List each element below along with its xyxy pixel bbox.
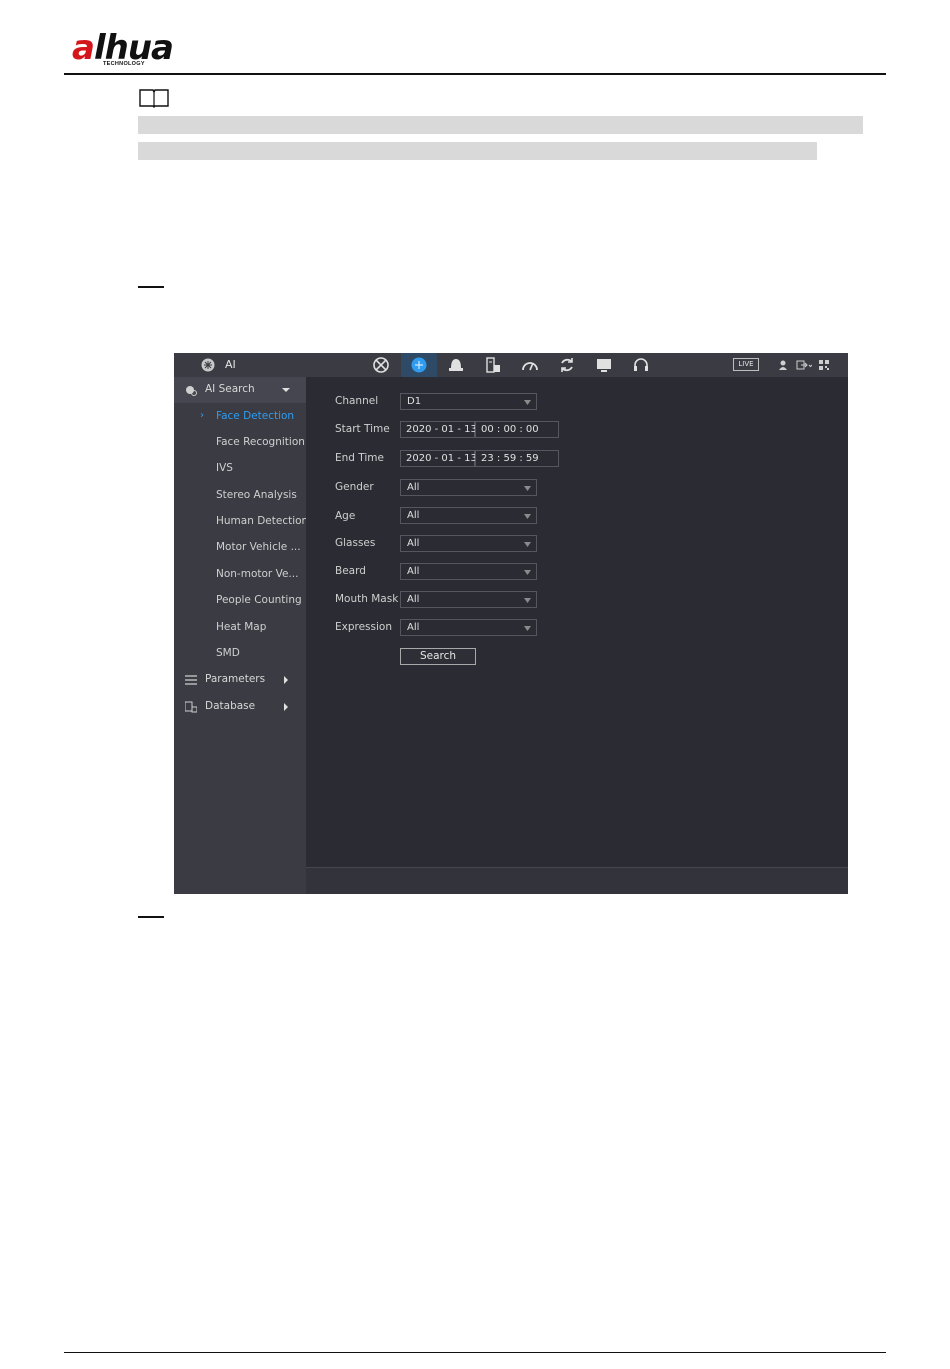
header-rule — [64, 73, 886, 75]
sidebar-item-label: IVS — [216, 462, 233, 474]
dropdown-arrow-icon — [524, 626, 531, 631]
gender-label: Gender — [335, 481, 374, 493]
top-menu-bar: AI LIVE — [174, 353, 848, 377]
age-value: All — [407, 510, 420, 521]
sidebar-item-label: Face Recognition — [216, 436, 305, 448]
dropdown-arrow-icon — [524, 570, 531, 575]
end-time-label: End Time — [335, 452, 384, 464]
logo-subtext: TECHNOLOGY — [103, 61, 145, 67]
performance-icon[interactable] — [521, 356, 539, 374]
sidebar-group-label: Database — [205, 700, 256, 712]
sidebar-group-parameters[interactable]: Parameters — [174, 667, 306, 693]
caret-down-icon — [282, 388, 290, 392]
sidebar-item-label: Stereo Analysis — [216, 489, 297, 501]
sidebar-item-label: Non-motor Ve... — [216, 568, 299, 580]
list-icon — [185, 675, 197, 685]
channel-value: D1 — [407, 396, 422, 407]
sidebar-item-label: Heat Map — [216, 621, 267, 633]
dropdown-arrow-icon — [524, 514, 531, 519]
sidebar-item-smd[interactable]: SMD — [174, 641, 306, 667]
ai-search-icon — [186, 386, 197, 396]
network-icon[interactable] — [372, 356, 390, 374]
sidebar-item-motor-vehicle[interactable]: Motor Vehicle ... — [174, 535, 306, 561]
display-icon[interactable] — [595, 356, 613, 374]
age-select[interactable]: All — [400, 507, 537, 524]
caret-right-icon — [284, 676, 288, 684]
redacted-note-line — [138, 116, 863, 134]
sidebar-item-face-recognition[interactable]: Face Recognition — [174, 430, 306, 456]
beard-select[interactable]: All — [400, 563, 537, 580]
sidebar-item-people-counting[interactable]: People Counting — [174, 588, 306, 614]
caret-right-icon — [284, 703, 288, 711]
sidebar: AI Search › Face Detection Face Recognit… — [174, 377, 309, 894]
sidebar-item-face-detection[interactable]: › Face Detection — [174, 404, 306, 430]
sidebar-item-label: Face Detection — [216, 410, 295, 422]
sidebar-item-stereo-analysis[interactable]: Stereo Analysis — [174, 483, 306, 509]
sidebar-item-ivs[interactable]: IVS — [174, 456, 306, 482]
start-time-value: 00 : 00 : 00 — [481, 424, 539, 435]
expression-value: All — [407, 622, 420, 633]
glasses-select[interactable]: All — [400, 535, 537, 552]
step-marker — [138, 286, 164, 288]
mouth-mask-label: Mouth Mask — [335, 593, 399, 605]
dropdown-arrow-icon — [524, 542, 531, 547]
search-button[interactable]: Search — [400, 648, 476, 665]
device-icon[interactable] — [484, 356, 502, 374]
ai-search-screenshot: AI LIVE AI Search › Face Detection Face … — [174, 353, 848, 894]
beard-label: Beard — [335, 565, 366, 577]
sidebar-group-database[interactable]: Database — [174, 694, 306, 720]
sidebar-group-ai-search[interactable]: AI Search — [174, 377, 306, 403]
live-button[interactable]: LIVE — [733, 358, 759, 371]
sidebar-item-human-detection[interactable]: Human Detection — [174, 509, 309, 535]
sidebar-group-label: AI Search — [205, 383, 255, 395]
expression-select[interactable]: All — [400, 619, 537, 636]
qr-code-icon[interactable] — [819, 359, 829, 371]
sidebar-item-label: Motor Vehicle ... — [216, 541, 301, 553]
ai-brain-icon — [201, 358, 215, 372]
glasses-label: Glasses — [335, 537, 376, 549]
step-marker — [138, 916, 164, 918]
sync-icon[interactable] — [558, 356, 576, 374]
sidebar-item-label: Human Detection — [216, 515, 309, 527]
sidebar-item-heat-map[interactable]: Heat Map — [174, 615, 306, 641]
dropdown-arrow-icon — [524, 400, 531, 405]
sidebar-group-label: Parameters — [205, 673, 266, 685]
mouth-mask-select[interactable]: All — [400, 591, 537, 608]
start-time-label: Start Time — [335, 423, 390, 435]
dropdown-arrow-icon — [524, 598, 531, 603]
channel-label: Channel — [335, 395, 379, 407]
end-time-input[interactable]: 23 : 59 : 59 — [475, 450, 559, 467]
footer-rule — [64, 1352, 886, 1353]
end-time-value: 23 : 59 : 59 — [481, 453, 539, 464]
start-date-value: 2020 - 01 - 13 — [406, 424, 477, 435]
end-date-input[interactable]: 2020 - 01 - 13 — [400, 450, 477, 467]
mouth-mask-value: All — [407, 594, 420, 605]
gender-value: All — [407, 482, 420, 493]
audio-icon[interactable] — [632, 356, 650, 374]
menu-title: AI — [225, 358, 236, 371]
glasses-value: All — [407, 538, 420, 549]
sidebar-item-label: SMD — [216, 647, 240, 659]
ai-icon[interactable] — [410, 356, 428, 374]
storage-icon[interactable] — [447, 356, 465, 374]
expression-label: Expression — [335, 621, 392, 633]
age-label: Age — [335, 510, 356, 522]
gender-select[interactable]: All — [400, 479, 537, 496]
beard-value: All — [407, 566, 420, 577]
database-icon — [185, 701, 197, 713]
channel-select[interactable]: D1 — [400, 393, 537, 410]
status-bar — [306, 867, 848, 894]
redacted-note-line — [138, 142, 817, 160]
start-date-input[interactable]: 2020 - 01 - 13 — [400, 421, 477, 438]
sidebar-item-non-motor-vehicle[interactable]: Non-motor Ve... — [174, 562, 306, 588]
note-book-icon — [139, 89, 169, 108]
sidebar-item-label: People Counting — [216, 594, 302, 606]
logout-icon[interactable] — [796, 359, 812, 371]
dropdown-arrow-icon — [524, 486, 531, 491]
start-time-input[interactable]: 00 : 00 : 00 — [475, 421, 559, 438]
user-icon[interactable] — [778, 359, 788, 371]
end-date-value: 2020 - 01 - 13 — [406, 453, 477, 464]
chevron-right-icon: › — [200, 410, 204, 421]
